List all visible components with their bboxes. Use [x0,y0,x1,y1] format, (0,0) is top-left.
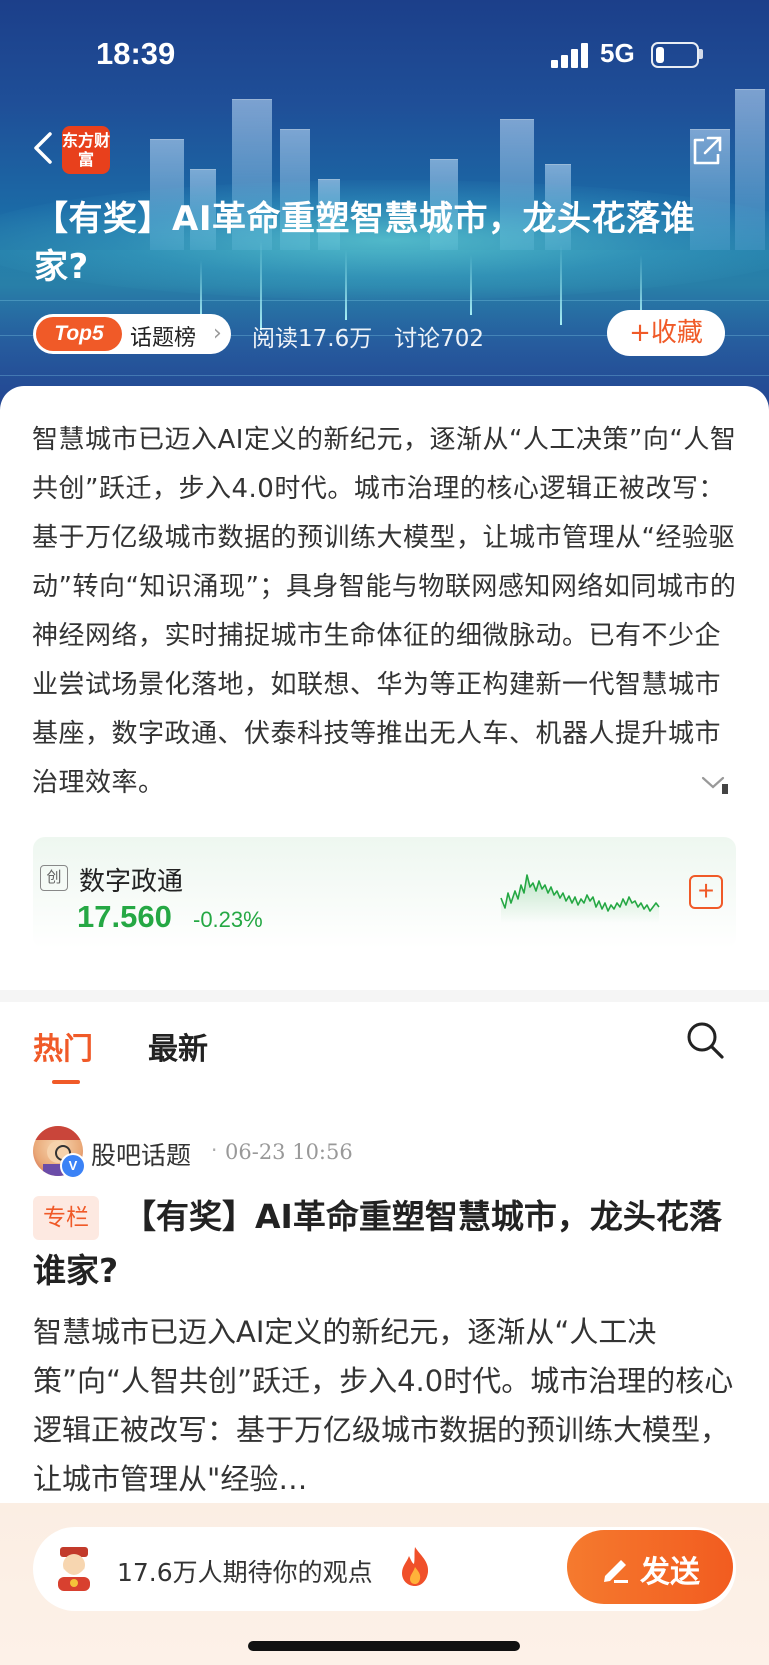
share-icon[interactable] [690,134,724,168]
active-tab-indicator [52,1080,80,1084]
home-indicator [248,1641,520,1651]
verified-icon: V [60,1153,86,1179]
send-label: 发送 [640,1555,700,1590]
board-tag: 创 [40,865,68,891]
signal-icon [551,40,591,68]
app-logo: 东方财富 [62,126,110,174]
expand-chevron-icon[interactable] [700,772,728,794]
stock-card[interactable]: 创 数字政通 17.560 -0.23% + [33,837,736,949]
pen-icon [604,1560,628,1583]
mascot-icon [58,1547,90,1591]
read-count: 阅读17.6万 [252,326,373,352]
network-type: 5G [600,38,635,68]
stock-sparkline [500,874,660,923]
battery-icon [651,42,699,68]
tab-hot[interactable]: 热门 [33,1024,93,1068]
post-body[interactable]: 智慧城市已迈入AI定义的新纪元，逐渐从“人工决策”向“人智共创”跃迁，步入4.0… [33,1308,738,1504]
post-time: 06-23 10:56 [225,1140,353,1164]
topic-list-label: 话题榜 [130,326,197,351]
chevron-right-icon: › [213,321,222,346]
topic-stats: 阅读17.6万 讨论702 [252,319,484,353]
plus-icon: + [629,318,651,348]
search-icon[interactable] [685,1020,725,1060]
favorite-label: 收藏 [650,318,703,348]
flame-icon [402,1547,429,1586]
column-badge: 专栏 [33,1196,99,1240]
back-icon[interactable] [30,130,58,166]
section-divider [0,990,769,1002]
discuss-count: 讨论702 [394,326,485,352]
separator-dot: · [211,1138,218,1162]
topic-description: 智慧城市已迈入AI定义的新纪元，逐渐从“人工决策”向“人智共创”跃迁，步入4.0… [32,425,737,798]
send-button[interactable]: 发送 [567,1530,733,1604]
add-watchlist-button[interactable]: + [689,875,723,909]
status-time: 18:39 [96,36,176,71]
tab-latest[interactable]: 最新 [148,1024,208,1068]
topic-title: 【有奖】AI革命重塑智慧城市，龙头花落谁家? [34,199,695,287]
favorite-button[interactable]: +收藏 [607,310,725,356]
stock-price: 17.560 [77,899,172,934]
stock-name: 数字政通 [79,867,184,897]
top-rank-badge: Top5 [36,317,122,351]
post-author[interactable]: 股吧话题 [91,1136,191,1172]
stock-change: -0.23% [193,907,263,932]
post-title[interactable]: 【有奖】AI革命重塑智慧城市，龙头花落谁家? [33,1190,733,1298]
topic-rank-pill[interactable]: Top5 话题榜 › [33,314,231,354]
comment-placeholder: 17.6万人期待你的观点 [117,1558,373,1587]
